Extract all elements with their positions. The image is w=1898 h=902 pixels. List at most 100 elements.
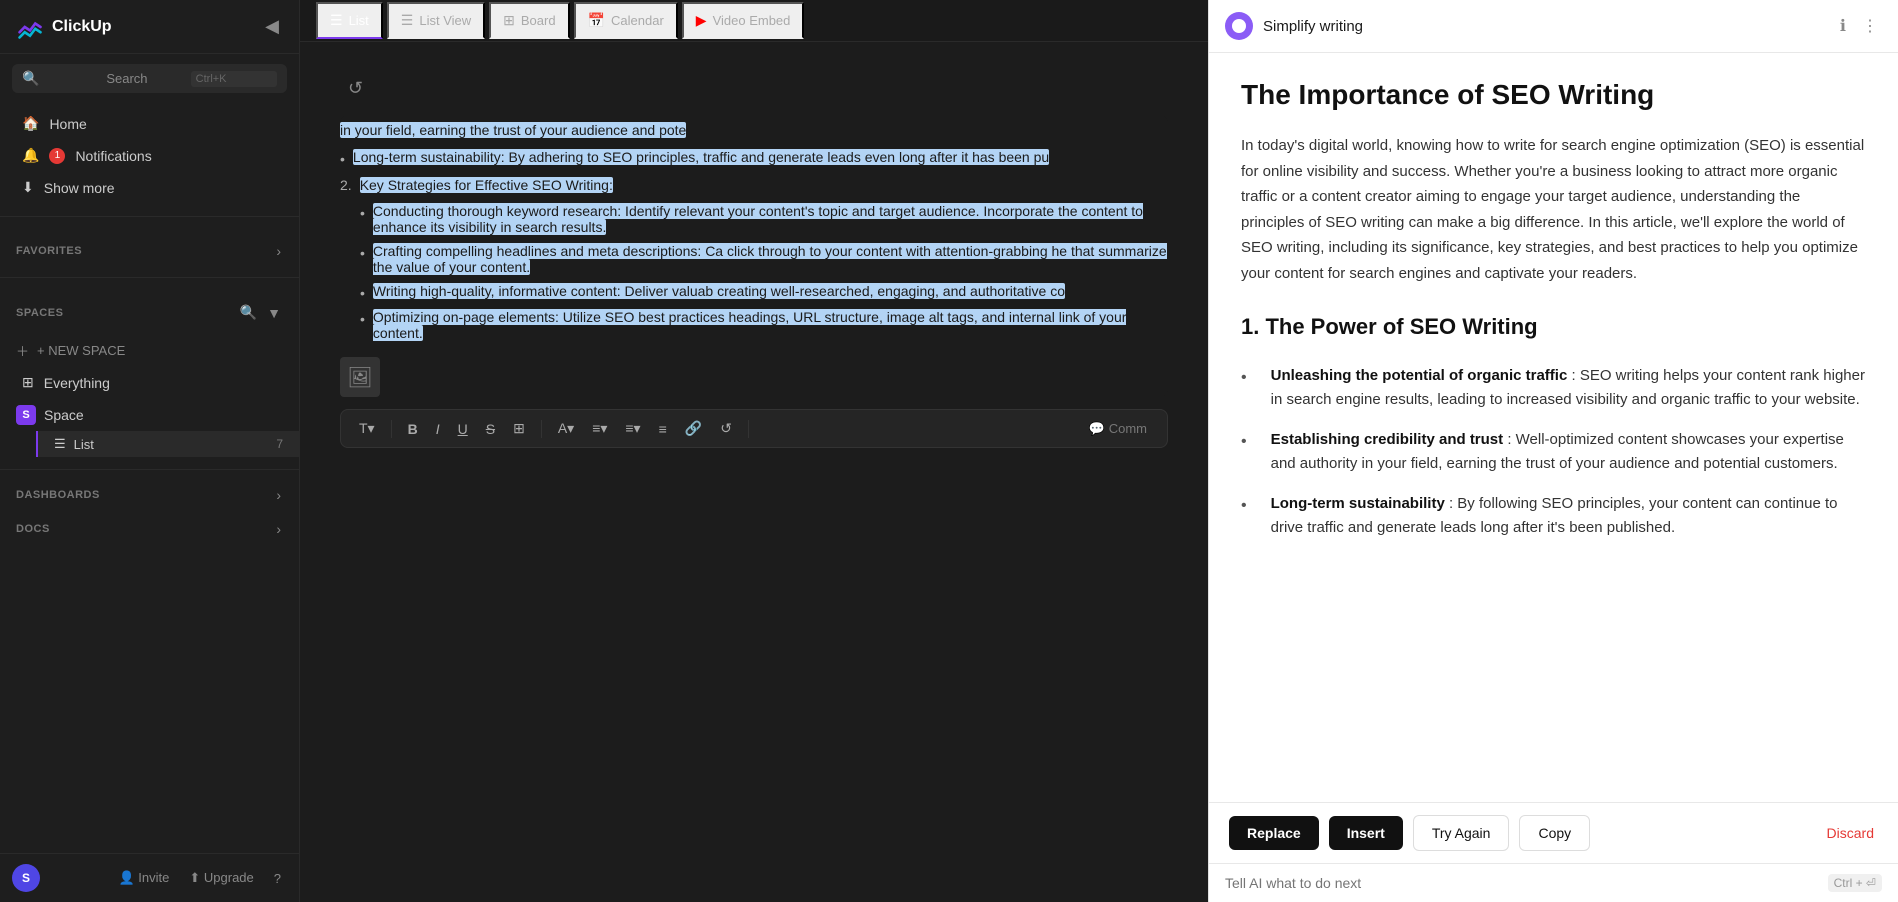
show-more-label: Show more <box>44 180 115 196</box>
tab-board[interactable]: ⊞ Board <box>489 2 569 39</box>
collapse-sidebar-button[interactable]: ◀ <box>261 12 283 41</box>
search-bar[interactable]: 🔍 Search Ctrl+K <box>12 64 287 93</box>
editor-toolbar: T▾ B I U S ⊞ A▾ ≡▾ ≡▾ ≡ 🔗 ↺ 💬 Comm <box>340 409 1168 448</box>
refresh-button[interactable]: ↺ <box>340 70 371 107</box>
toolbar-strikethrough-button[interactable]: S <box>480 417 501 441</box>
replace-button[interactable]: Replace <box>1229 816 1319 850</box>
ai-icon-inner <box>1232 19 1246 33</box>
spaces-actions: 🔍 ▼ <box>238 302 283 323</box>
video-tab-icon: ▶ <box>696 12 707 29</box>
spaces-search-button[interactable]: 🔍 <box>238 302 259 323</box>
tab-list-label: List <box>349 13 369 28</box>
sidebar-item-everything[interactable]: ⊞ Everything <box>6 367 293 398</box>
toolbar-align-button[interactable]: ≡▾ <box>586 416 613 441</box>
highlighted-text-2: Long-term sustainability: By adhering to… <box>353 149 1049 165</box>
toolbar-underline-button[interactable]: U <box>452 417 474 441</box>
doc-bullet-5: • Optimizing on-page elements: Utilize S… <box>360 305 1168 345</box>
toolbar-indent-button[interactable]: ≡ <box>653 417 673 441</box>
toolbar-bold-button[interactable]: B <box>402 417 424 441</box>
toolbar-divider-3 <box>748 420 749 438</box>
dashboards-expand-button[interactable]: › <box>274 485 283 505</box>
highlighted-text-3: Key Strategies for Effective SEO Writing… <box>360 177 613 193</box>
ai-panel-header: Simplify writing ℹ ⋮ <box>1209 0 1898 53</box>
new-space-button[interactable]: ＋ + NEW SPACE <box>0 335 299 366</box>
highlighted-text-5: Crafting compelling headlines and meta d… <box>373 243 1167 275</box>
tab-video-embed[interactable]: ▶ Video Embed <box>682 2 805 39</box>
doc-line-1: in your field, earning the trust of your… <box>340 115 1168 145</box>
sidebar-header: ClickUp ◀ <box>0 0 299 54</box>
ai-bullet-item-3: Long-term sustainability : By following … <box>1241 484 1866 548</box>
toolbar-text-style-button[interactable]: T▾ <box>353 416 381 441</box>
spaces-section-header: SPACES 🔍 ▼ <box>0 294 299 331</box>
favorites-expand-button[interactable]: › <box>274 241 283 261</box>
tab-list-view-label: List View <box>419 13 471 28</box>
toolbar-table-button[interactable]: ⊞ <box>507 416 531 441</box>
copy-button[interactable]: Copy <box>1519 815 1590 851</box>
app-name: ClickUp <box>52 18 112 36</box>
doc-bullet-4: • Writing high-quality, informative cont… <box>360 279 1168 305</box>
notifications-badge: 1 <box>49 148 65 164</box>
list-label: List <box>74 437 94 452</box>
list-icon: ☰ <box>54 436 66 452</box>
toolbar-color-button[interactable]: A▾ <box>552 416 580 441</box>
tab-list-view[interactable]: ☰ List View <box>387 2 485 39</box>
spaces-expand-button[interactable]: ▼ <box>265 302 283 323</box>
sidebar: ClickUp ◀ 🔍 Search Ctrl+K 🏠 Home 🔔 1 Not… <box>0 0 300 902</box>
sidebar-item-notifications[interactable]: 🔔 1 Notifications <box>6 140 293 171</box>
upgrade-button[interactable]: ⬆ Upgrade <box>183 866 259 890</box>
main-tabs: ☰ List ☰ List View ⊞ Board 📅 Calendar ▶ … <box>300 0 1208 42</box>
tab-calendar-label: Calendar <box>611 13 664 28</box>
ai-input-area: Ctrl + ⏎ <box>1209 863 1898 902</box>
ai-input-shortcut: Ctrl + ⏎ <box>1828 874 1882 892</box>
docs-expand-button[interactable]: › <box>274 519 283 539</box>
insert-button[interactable]: Insert <box>1329 816 1403 850</box>
search-shortcut: Ctrl+K <box>191 71 277 87</box>
ai-bullet-1-content: Unleashing the potential of organic traf… <box>1271 364 1866 412</box>
sidebar-item-show-more[interactable]: ⬇ Show more <box>6 172 293 203</box>
docs-title: DOCS <box>16 523 50 535</box>
spaces-section: ＋ + NEW SPACE ⊞ Everything S Space ☰ Lis… <box>0 331 299 461</box>
toolbar-link-button[interactable]: 🔗 <box>679 416 708 441</box>
try-again-button[interactable]: Try Again <box>1413 815 1510 851</box>
new-space-label: + NEW SPACE <box>37 343 125 358</box>
ai-header-actions: ℹ ⋮ <box>1836 12 1882 40</box>
sidebar-item-home[interactable]: 🏠 Home <box>6 108 293 139</box>
sidebar-item-list[interactable]: ☰ List 7 <box>36 431 299 457</box>
doc-content: in your field, earning the trust of your… <box>340 115 1168 397</box>
editor-area[interactable]: ↺ in your field, earning the trust of yo… <box>300 42 1208 902</box>
tab-list[interactable]: ☰ List <box>316 2 383 39</box>
user-avatar: S <box>12 864 40 892</box>
sidebar-item-dashboards[interactable]: DASHBOARDS › <box>0 478 299 512</box>
invite-button[interactable]: 👤 Invite <box>112 866 175 890</box>
doc-bullet-3: • Crafting compelling headlines and meta… <box>360 239 1168 279</box>
ai-input-field[interactable] <box>1225 875 1818 891</box>
tab-video-label: Video Embed <box>713 13 791 28</box>
dashboards-title: DASHBOARDS <box>16 489 100 501</box>
everything-label: Everything <box>44 375 110 391</box>
search-placeholder: Search <box>106 71 182 86</box>
help-button[interactable]: ? <box>268 866 287 890</box>
bullet-icon-1: • <box>340 149 345 167</box>
toolbar-list-button[interactable]: ≡▾ <box>619 416 646 441</box>
ai-more-button[interactable]: ⋮ <box>1858 12 1882 40</box>
ai-bullet-item-1: Unleashing the potential of organic traf… <box>1241 356 1866 420</box>
order-num-2: 2. <box>340 177 352 193</box>
toolbar-comment-label: 💬 Comm <box>1081 417 1155 441</box>
bell-icon: 🔔 <box>22 147 39 164</box>
toolbar-italic-button[interactable]: I <box>430 417 446 441</box>
doc-bullet-5-text: Optimizing on-page elements: Utilize SEO… <box>373 309 1168 341</box>
ai-info-button[interactable]: ℹ <box>1836 12 1850 40</box>
sidebar-divider-1 <box>0 216 299 217</box>
tab-calendar[interactable]: 📅 Calendar <box>574 2 678 39</box>
image-placeholder: 🖼 <box>340 357 380 397</box>
discard-button[interactable]: Discard <box>1823 816 1878 850</box>
sidebar-item-docs[interactable]: DOCS › <box>0 512 299 546</box>
toolbar-undo-button[interactable]: ↺ <box>714 416 738 441</box>
search-icon: 🔍 <box>22 70 98 87</box>
bullet-icon-4: • <box>360 283 365 301</box>
board-tab-icon: ⊞ <box>503 12 515 29</box>
sidebar-item-space[interactable]: S Space <box>0 399 299 431</box>
ai-icon <box>1225 12 1253 40</box>
doc-bullet-1-text: Long-term sustainability: By adhering to… <box>353 149 1049 165</box>
chevron-down-icon: ⬇ <box>22 179 34 196</box>
